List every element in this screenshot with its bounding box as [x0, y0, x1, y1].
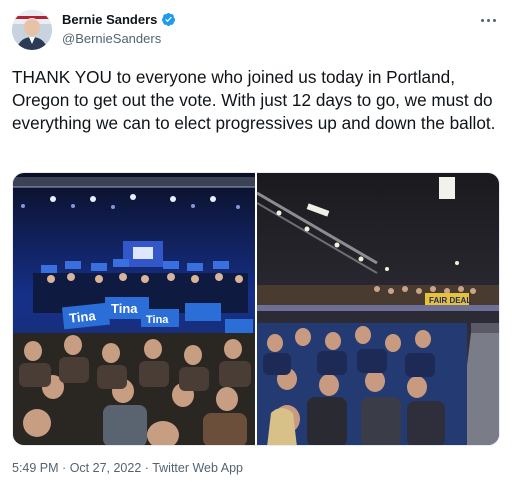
rally-stage-photo[interactable]: Tina Tina Tina	[13, 173, 255, 445]
meta-separator: ·	[62, 461, 67, 475]
sign-text: Tina	[111, 301, 138, 316]
author-name-row[interactable]: Bernie Sanders	[62, 12, 176, 27]
tweet-media[interactable]: Tina Tina Tina FAIR DEAL	[12, 172, 500, 446]
tweet-metadata: 5:49 PM · Oct 27, 2022 · Twitter Web App	[12, 461, 243, 475]
tweet-text: THANK YOU to everyone who joined us toda…	[12, 67, 496, 133]
sign-text: Tina	[146, 314, 169, 326]
author-avatar[interactable]	[12, 10, 52, 50]
tweet-time[interactable]: 5:49 PM	[12, 461, 59, 475]
tweet-card[interactable]: Bernie Sanders @BernieSanders THANK YOU …	[0, 0, 512, 487]
sign-text: Tina	[68, 308, 97, 326]
more-options-icon[interactable]	[478, 10, 498, 30]
author-handle[interactable]: @BernieSanders	[62, 31, 161, 46]
verified-badge-icon	[161, 12, 176, 27]
tweet-date[interactable]: Oct 27, 2022	[70, 461, 142, 475]
tweet-source[interactable]: Twitter Web App	[152, 461, 243, 475]
author-display-name[interactable]: Bernie Sanders	[62, 12, 157, 27]
rally-audience-photo[interactable]: FAIR DEAL	[257, 173, 499, 445]
meta-separator: ·	[144, 461, 149, 475]
balcony-banner-text: FAIR DEAL	[429, 296, 471, 305]
